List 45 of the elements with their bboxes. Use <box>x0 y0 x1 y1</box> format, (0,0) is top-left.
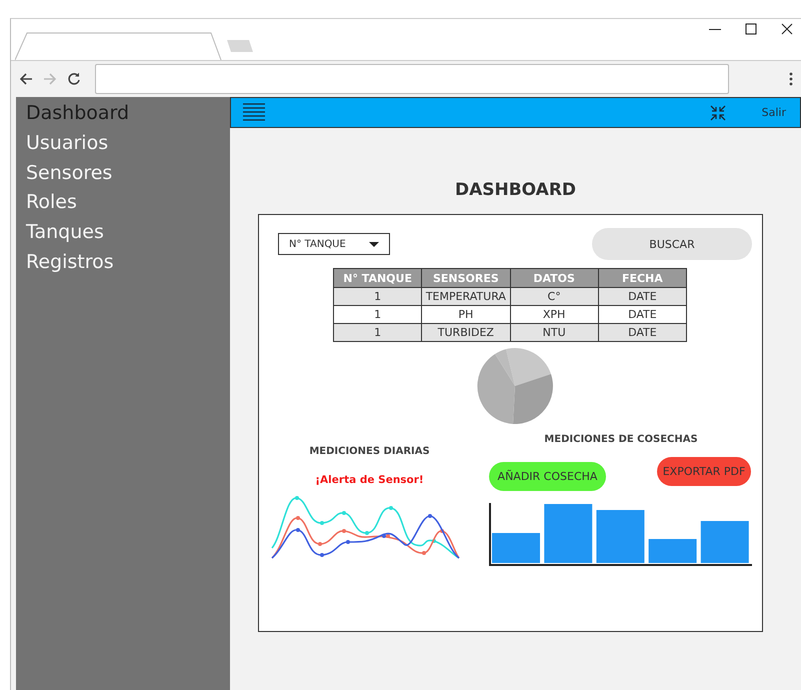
page-title: DASHBOARD <box>454 180 578 200</box>
column-header: FECHA <box>598 268 686 288</box>
section-title: MEDICIONES DE COSECHAS <box>543 434 699 445</box>
table-cell: C° <box>510 288 598 306</box>
chart-bar <box>596 510 644 563</box>
caret-icon <box>369 242 379 246</box>
sidebar-item[interactable]: Sensores <box>26 158 230 188</box>
table-cell: XPH <box>510 306 598 324</box>
table-cell: TURBIDEZ <box>422 324 510 342</box>
maximize-icon <box>745 23 757 35</box>
table-cell: DATE <box>598 306 686 324</box>
sidebar-item[interactable]: Registros <box>26 248 230 278</box>
address-field[interactable] <box>95 64 729 94</box>
column-header: DATOS <box>510 268 598 288</box>
chart-bar <box>492 533 540 563</box>
sidebar-item[interactable]: Usuarios <box>26 128 230 159</box>
table-cell: DATE <box>598 324 686 342</box>
table-cell: NTU <box>510 324 598 342</box>
sidebar-item[interactable]: Tanques <box>26 218 230 248</box>
search-button[interactable]: BUSCAR <box>592 228 752 260</box>
table-cell: 1 <box>334 324 422 342</box>
column-header: N° TANQUE <box>334 268 422 288</box>
export-pdf-button[interactable]: EXPORTAR PDF <box>657 457 751 486</box>
add-harvest-button[interactable]: AÑADIR COSECHA <box>489 462 606 491</box>
alert-text: ¡Alerta de Sensor! <box>315 474 424 486</box>
chart-bar <box>648 539 697 563</box>
sidebar-item[interactable]: Roles <box>26 188 230 218</box>
collapse-arrows-icon[interactable] <box>710 104 726 120</box>
table-cell: DATE <box>598 288 686 306</box>
reload-icon[interactable] <box>67 72 81 86</box>
sidebar-item[interactable]: Dashboard <box>26 99 230 129</box>
chart-bar <box>544 504 592 563</box>
table-cell: PH <box>422 306 510 324</box>
logout-link[interactable]: Salir <box>762 106 786 119</box>
close-icon <box>781 23 793 35</box>
table-cell: 1 <box>334 288 422 306</box>
tank-dropdown[interactable]: N° TANQUE <box>278 233 390 255</box>
menu-icon[interactable] <box>243 102 265 122</box>
back-arrow-icon[interactable] <box>19 73 33 85</box>
more-options-icon[interactable] <box>789 72 793 86</box>
chart-bar <box>700 521 749 563</box>
table-cell: TEMPERATURA <box>422 288 510 306</box>
column-header: SENSORES <box>422 268 510 288</box>
section-title: MEDICIONES DIARIAS <box>309 446 430 457</box>
table-cell: 1 <box>334 306 422 324</box>
